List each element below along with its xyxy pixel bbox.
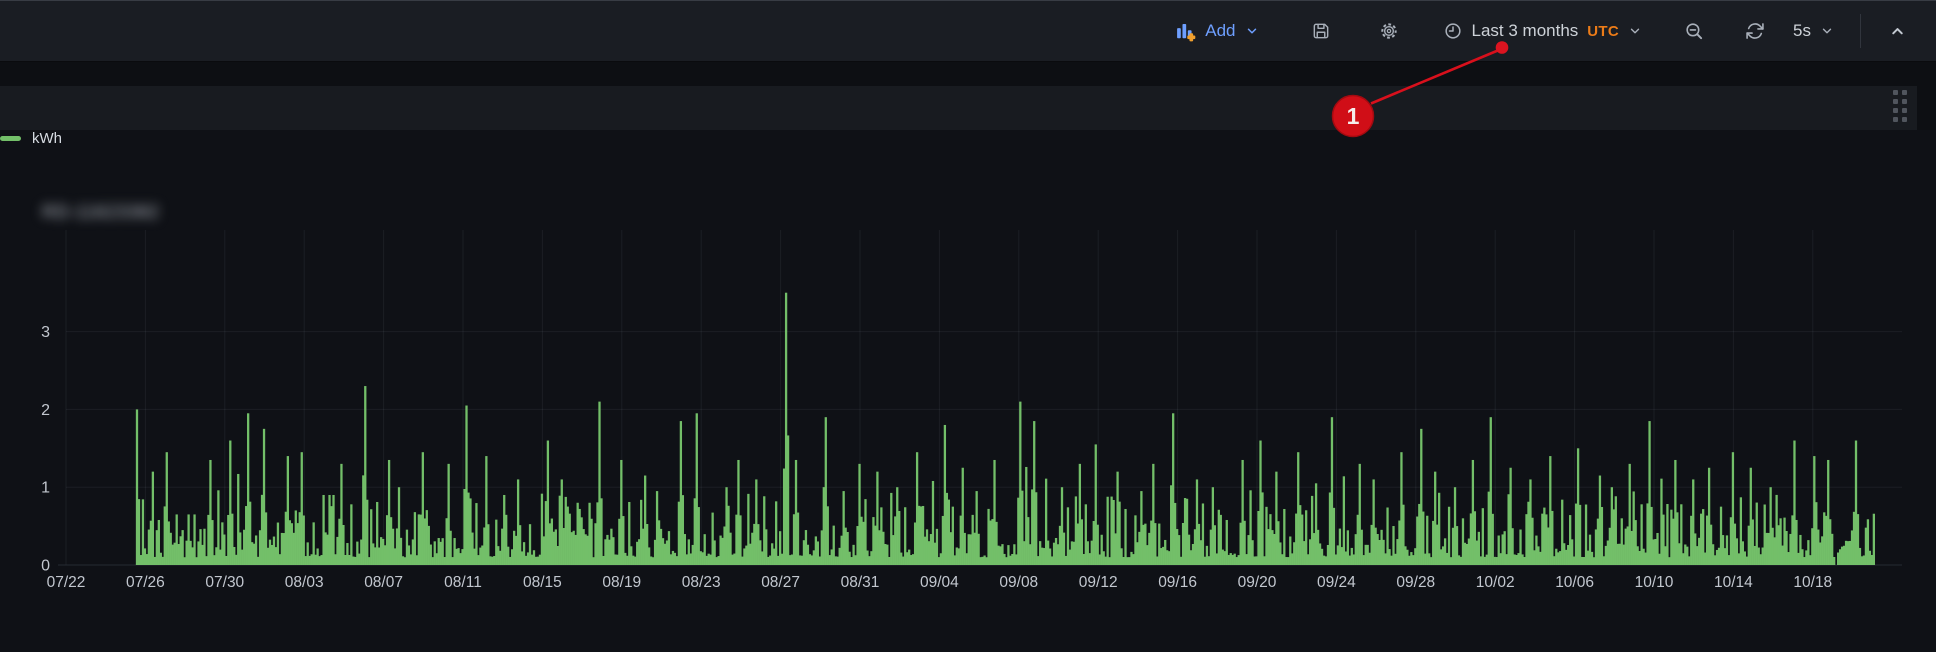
svg-text:10/06: 10/06 [1555, 574, 1594, 591]
collapse-toolbar-button[interactable] [1879, 17, 1916, 46]
refresh-interval-label: 5s [1793, 21, 1811, 41]
dashboard-toolbar: Add Last 3 mon [0, 0, 1936, 62]
add-button[interactable]: Add [1165, 15, 1268, 48]
svg-text:07/30: 07/30 [205, 574, 244, 591]
svg-text:07/22: 07/22 [47, 574, 86, 591]
gear-icon [1379, 21, 1399, 41]
svg-text:08/27: 08/27 [761, 574, 800, 591]
svg-text:10/10: 10/10 [1635, 574, 1674, 591]
svg-text:3: 3 [41, 324, 50, 341]
zoom-out-icon [1684, 21, 1705, 42]
svg-text:1: 1 [41, 480, 50, 497]
save-icon [1311, 21, 1331, 41]
svg-text:09/04: 09/04 [920, 574, 959, 591]
panel-header-row [0, 86, 1917, 130]
time-range-picker[interactable]: Last 3 months UTC [1433, 15, 1653, 47]
dashboard-settings-button[interactable] [1369, 15, 1409, 47]
svg-text:09/20: 09/20 [1238, 574, 1277, 591]
svg-text:08/19: 08/19 [602, 574, 641, 591]
toolbar-divider [1860, 14, 1861, 48]
bar-chart-plus-icon [1175, 21, 1196, 42]
chevron-down-icon [1245, 24, 1259, 38]
svg-text:0: 0 [41, 558, 50, 575]
svg-text:08/23: 08/23 [682, 574, 721, 591]
panel-drag-handle-icon[interactable] [1893, 90, 1907, 122]
svg-text:08/07: 08/07 [364, 574, 403, 591]
svg-text:07/26: 07/26 [126, 574, 165, 591]
time-series-panel: RD-11623382 07/2207/2607/3008/0308/0708/… [0, 130, 1936, 652]
clock-icon [1443, 21, 1463, 41]
chevron-down-icon [1628, 24, 1642, 38]
refresh-interval-dropdown[interactable]: 5s [1783, 15, 1844, 47]
refresh-dashboard-button[interactable] [1735, 15, 1775, 47]
svg-text:2: 2 [41, 402, 50, 419]
svg-text:10/02: 10/02 [1476, 574, 1515, 591]
time-range-label: Last 3 months [1472, 21, 1579, 41]
svg-text:09/16: 09/16 [1158, 574, 1197, 591]
svg-text:08/03: 08/03 [285, 574, 324, 591]
svg-text:08/15: 08/15 [523, 574, 562, 591]
add-button-label: Add [1205, 21, 1235, 41]
svg-text:09/28: 09/28 [1396, 574, 1435, 591]
chevron-down-icon [1820, 24, 1834, 38]
dashboard-background [0, 62, 1936, 86]
svg-text:10/18: 10/18 [1793, 574, 1832, 591]
svg-text:09/24: 09/24 [1317, 574, 1356, 591]
svg-text:09/12: 09/12 [1079, 574, 1118, 591]
svg-text:08/31: 08/31 [841, 574, 880, 591]
svg-text:08/11: 08/11 [444, 574, 482, 591]
refresh-icon [1745, 21, 1765, 41]
svg-text:09/08: 09/08 [999, 574, 1038, 591]
timezone-label: UTC [1587, 23, 1619, 40]
chevron-up-icon [1889, 23, 1906, 40]
kwh-time-series-chart[interactable]: 07/22 07/26 07/30 08/03 08/07 08/11 08/15 08/19… [0, 130, 1936, 652]
save-dashboard-button[interactable] [1301, 15, 1341, 47]
svg-text:10/14: 10/14 [1714, 574, 1753, 591]
zoom-out-time-button[interactable] [1674, 15, 1715, 48]
